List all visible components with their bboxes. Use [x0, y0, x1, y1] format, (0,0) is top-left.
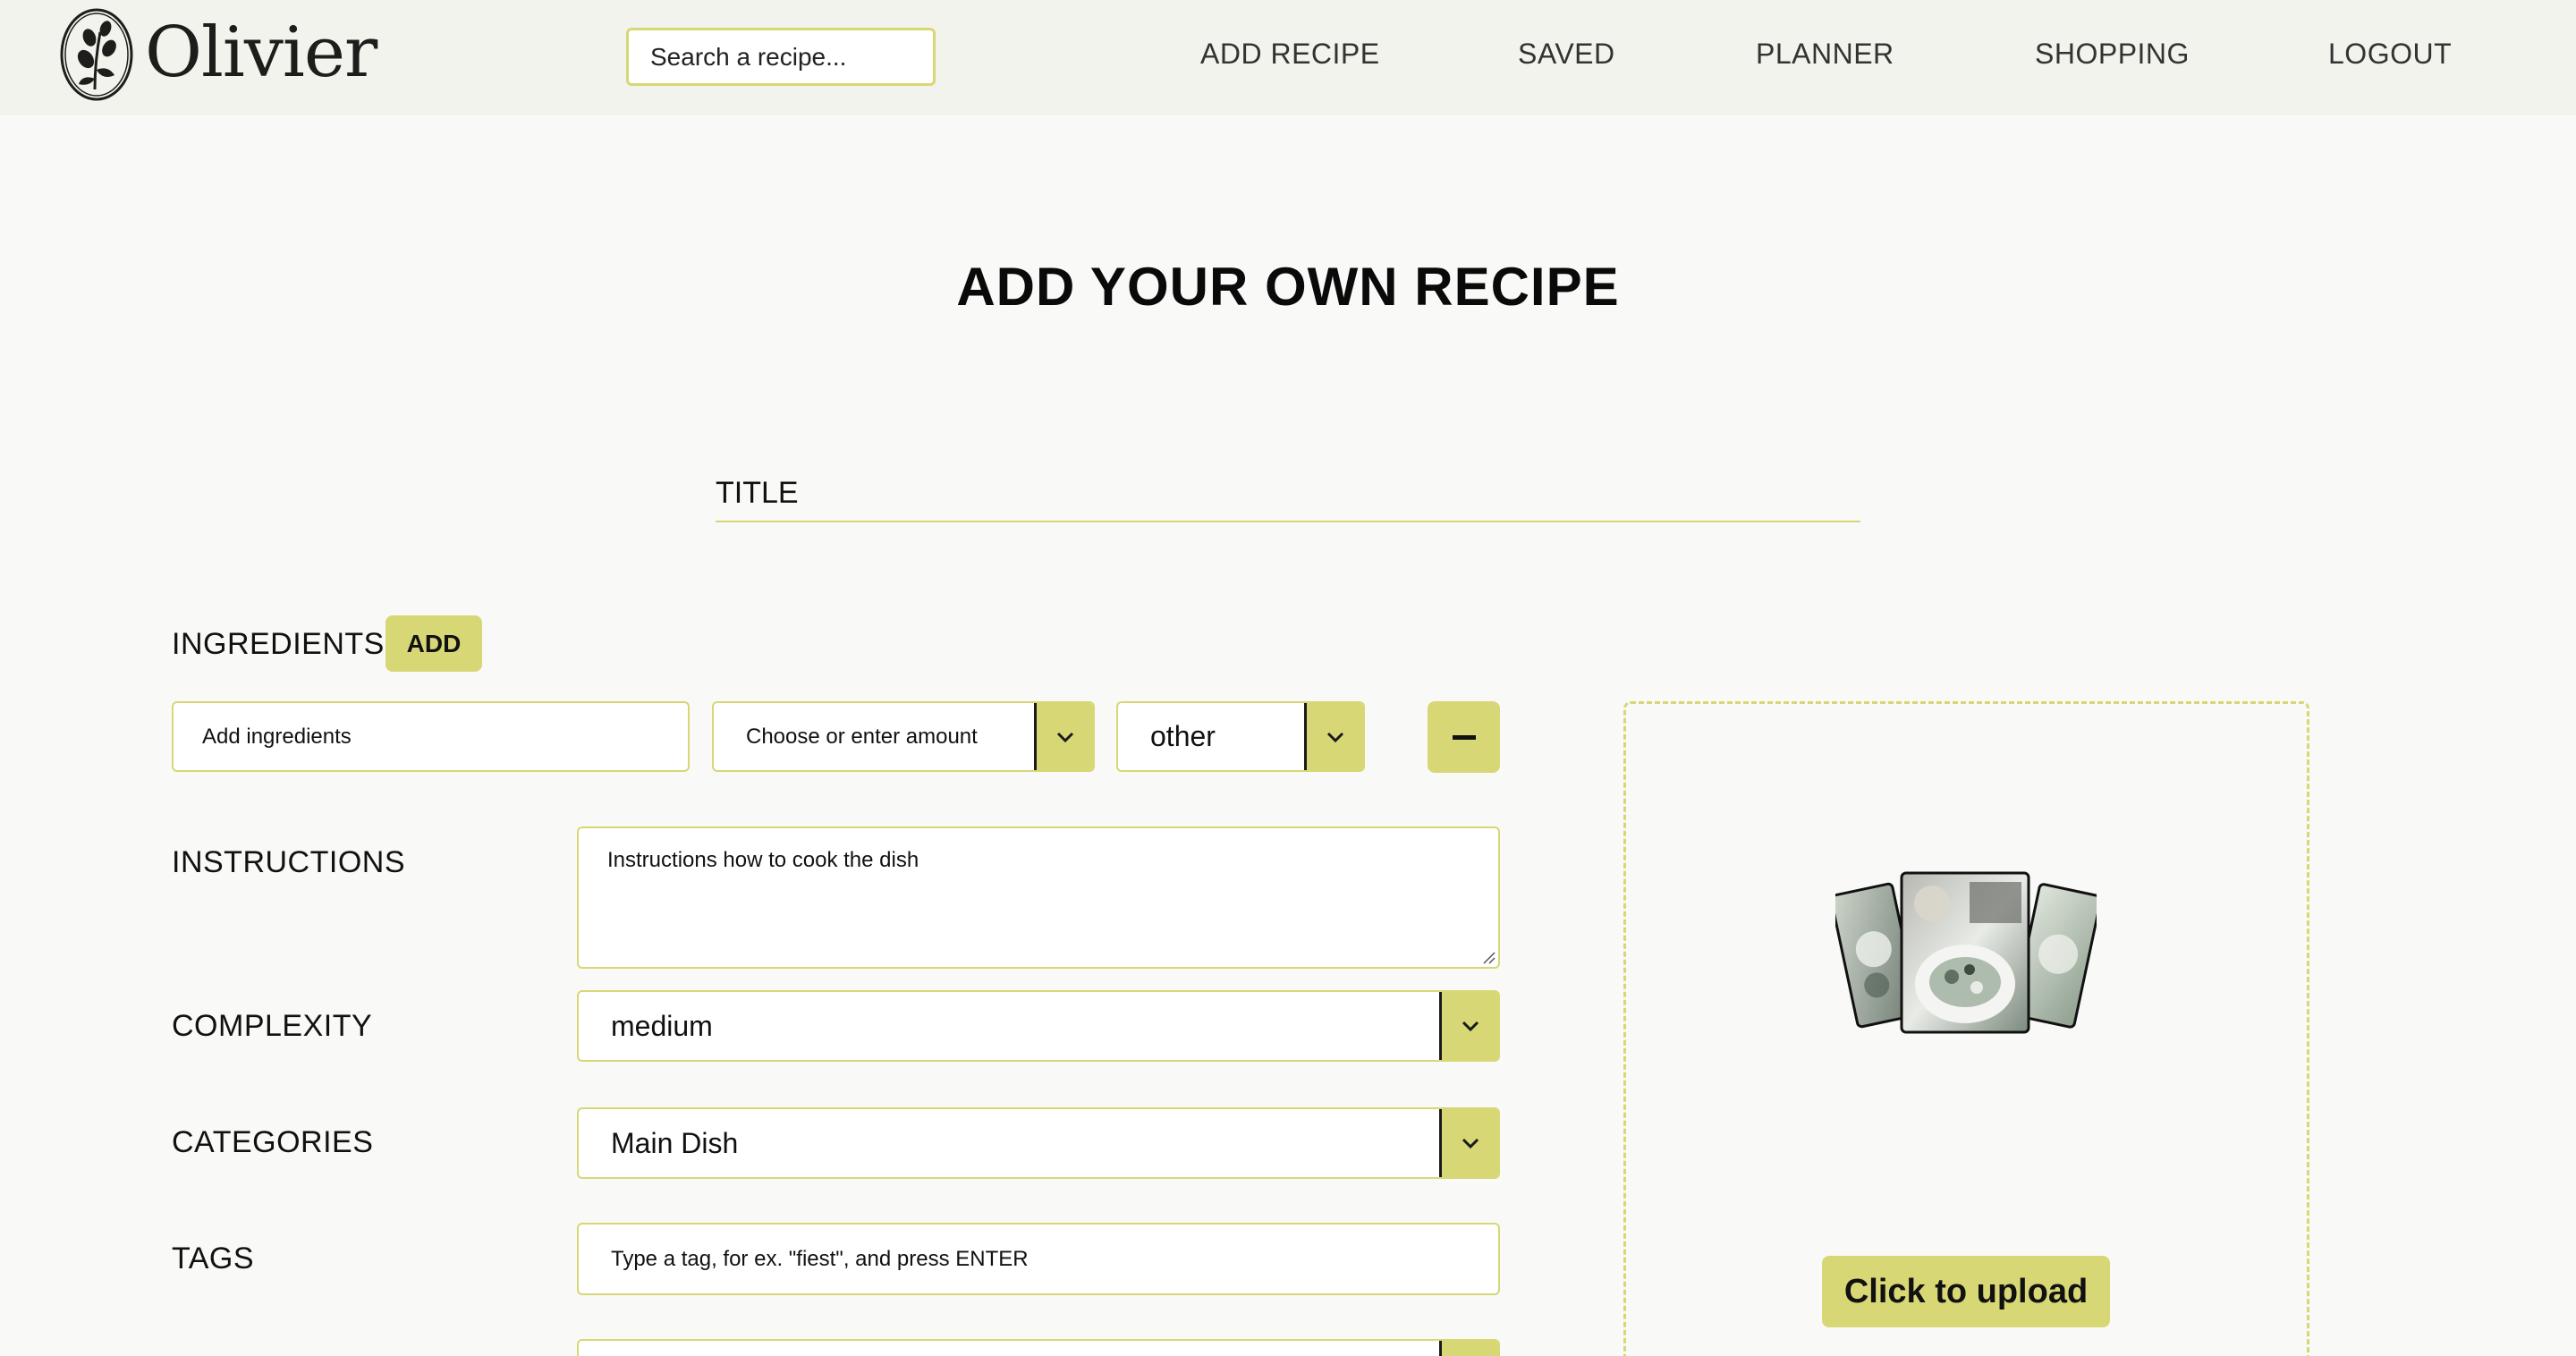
additional-select[interactable] [577, 1339, 1500, 1356]
nav-add-recipe[interactable]: ADD RECIPE [1200, 38, 1380, 71]
page-title: ADD YOUR OWN RECIPE [956, 257, 1620, 317]
instructions-label: INSTRUCTIONS [172, 845, 405, 879]
add-ingredient-button[interactable]: ADD [386, 615, 482, 672]
photo-stack-icon [1835, 871, 2097, 1034]
nav-logout[interactable]: LOGOUT [2328, 38, 2452, 71]
instructions-textarea[interactable] [577, 826, 1500, 969]
unit-select-value: other [1150, 720, 1216, 752]
chevron-down-icon [1439, 992, 1498, 1060]
complexity-select[interactable]: medium [577, 990, 1500, 1062]
categories-label: CATEGORIES [172, 1125, 374, 1159]
chevron-down-icon [1439, 1109, 1498, 1177]
chevron-down-icon [1439, 1341, 1498, 1356]
brand-name[interactable]: Olivier [145, 13, 377, 93]
tags-input[interactable] [577, 1223, 1500, 1295]
amount-select[interactable]: Choose or enter amount [712, 701, 1095, 772]
nav-shopping[interactable]: SHOPPING [2035, 38, 2190, 71]
amount-select-value: Choose or enter amount [746, 724, 978, 749]
ingredient-name-input[interactable] [172, 701, 690, 772]
resize-handle-icon[interactable] [1481, 950, 1496, 964]
nav-planner[interactable]: PLANNER [1756, 38, 1894, 71]
chevron-down-icon [1304, 703, 1363, 770]
remove-ingredient-button[interactable] [1428, 701, 1500, 773]
top-navbar: Olivier ADD RECIPE SAVED PLANNER SHOPPIN… [0, 0, 2576, 115]
recipe-title-input[interactable] [716, 465, 1860, 522]
categories-select[interactable]: Main Dish [577, 1107, 1500, 1179]
categories-select-value: Main Dish [611, 1126, 739, 1159]
complexity-label: COMPLEXITY [172, 1009, 373, 1043]
click-to-upload-button[interactable]: Click to upload [1822, 1256, 2110, 1327]
search-input[interactable] [626, 28, 936, 86]
complexity-select-value: medium [611, 1009, 713, 1042]
nav-saved[interactable]: SAVED [1518, 38, 1615, 71]
unit-select[interactable]: other [1116, 701, 1365, 772]
ingredients-label: INGREDIENTS [172, 627, 385, 661]
tags-label: TAGS [172, 1242, 255, 1275]
chevron-down-icon [1034, 703, 1093, 770]
olive-branch-logo-icon[interactable] [59, 7, 134, 102]
minus-icon [1452, 734, 1476, 740]
